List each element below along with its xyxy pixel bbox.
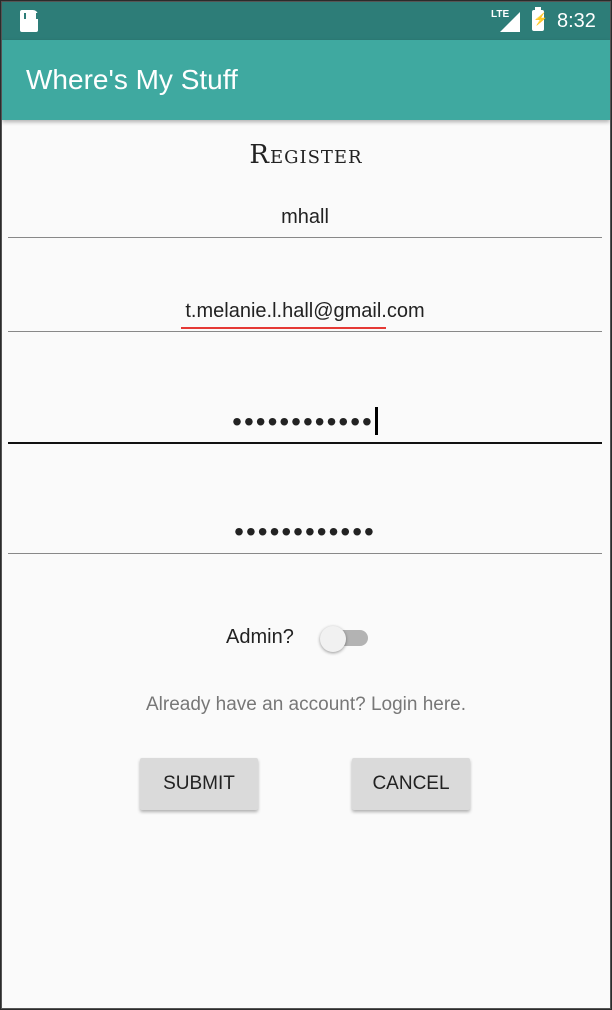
text-cursor bbox=[374, 407, 378, 435]
cancel-button[interactable]: CANCEL bbox=[352, 758, 470, 810]
spellcheck-underline bbox=[181, 327, 386, 329]
app-bar: Where's My Stuff bbox=[2, 40, 610, 120]
password-field[interactable]: •••••••••••• bbox=[8, 406, 602, 444]
signal-icon bbox=[500, 12, 520, 32]
password-underline bbox=[8, 442, 602, 444]
email-field[interactable]: t.melanie.l.hall@gmail.com bbox=[8, 300, 602, 332]
admin-label: Admin? bbox=[226, 626, 294, 648]
username-value: mhall bbox=[281, 206, 329, 228]
submit-button[interactable]: SUBMIT bbox=[140, 758, 258, 810]
confirm-password-field[interactable]: •••••••••••• bbox=[8, 516, 602, 554]
battery-charging-icon bbox=[532, 7, 548, 31]
username-underline bbox=[8, 237, 602, 238]
admin-toggle[interactable] bbox=[320, 626, 370, 652]
username-field[interactable]: mhall bbox=[8, 206, 602, 238]
sd-card-icon bbox=[20, 10, 38, 32]
app-title: Where's My Stuff bbox=[26, 64, 238, 95]
confirm-password-underline bbox=[8, 553, 602, 554]
device-screen: LTE 8:32 Where's My Stuff Register mhall… bbox=[1, 1, 611, 1009]
toggle-thumb bbox=[320, 626, 346, 652]
confirm-password-value: •••••••••••• bbox=[234, 516, 376, 547]
status-bar: LTE 8:32 bbox=[2, 2, 610, 40]
clock: 8:32 bbox=[557, 10, 596, 32]
email-value: t.melanie.l.hall@gmail.com bbox=[185, 300, 425, 322]
email-underline bbox=[8, 331, 602, 332]
login-link[interactable]: Already have an account? Login here. bbox=[2, 694, 610, 716]
password-value: •••••••••••• bbox=[232, 406, 374, 437]
page-title: Register bbox=[249, 140, 363, 170]
